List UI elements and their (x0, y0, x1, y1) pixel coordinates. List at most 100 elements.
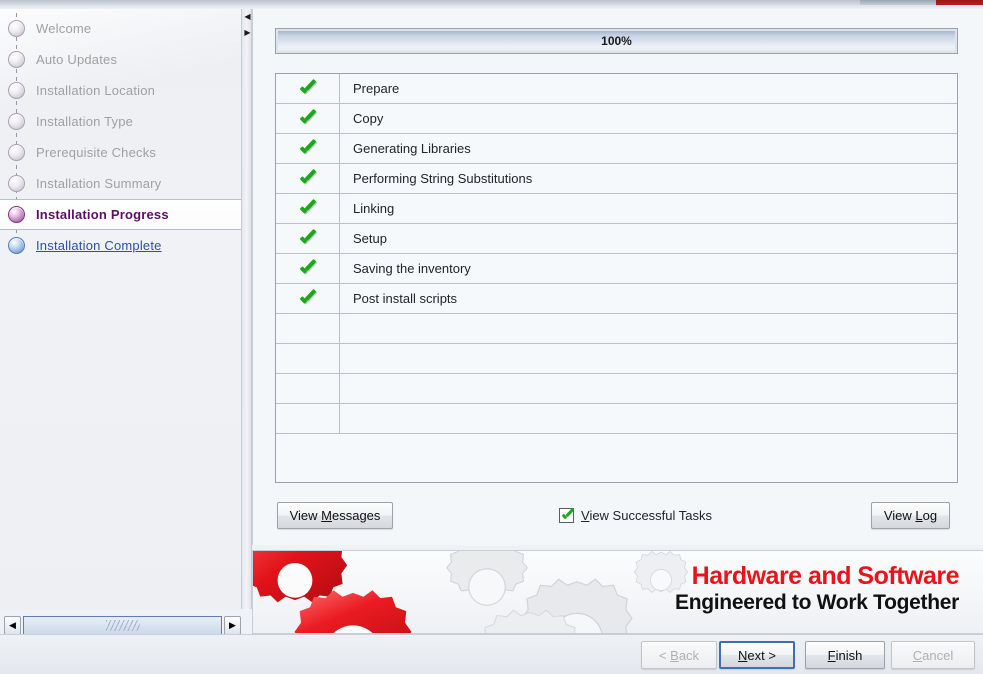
task-row[interactable] (276, 404, 957, 434)
sidebar-bullet-icon (8, 206, 25, 223)
task-status-cell (276, 164, 340, 193)
task-row[interactable] (276, 314, 957, 344)
success-checkmark-icon (299, 292, 317, 306)
task-name-cell: Saving the inventory (353, 261, 471, 276)
wizard-sidebar: Welcome Auto Updates Installation Location… (0, 9, 241, 609)
sidebar-bullet-icon (8, 237, 25, 254)
success-checkmark-icon (299, 172, 317, 186)
view-messages-button[interactable]: View Messages (277, 502, 393, 529)
sidebar-item-installation-progress[interactable]: Installation Progress (0, 199, 241, 230)
wizard-footer: < Back Next > Finish Cancel (0, 634, 983, 674)
task-row[interactable]: Setup (276, 224, 957, 254)
sidebar-item-installation-location[interactable]: Installation Location (0, 75, 241, 106)
back-button-label: < Back (658, 647, 700, 663)
scrollbar-grip-icon (105, 619, 140, 631)
sidebar-item-label: Installation Location (36, 83, 156, 98)
checkmark-icon (561, 510, 574, 521)
sidebar-item-welcome[interactable]: Welcome (0, 13, 241, 44)
view-messages-label: View Messages (289, 508, 381, 523)
titlebar-left-segment (0, 0, 860, 5)
sidebar-item-label: Installation Summary (36, 176, 162, 191)
progress-bar-fill: 100% (278, 31, 955, 51)
progress-bar: 100% (275, 28, 958, 54)
task-status-cell (276, 194, 340, 223)
task-row[interactable]: Generating Libraries (276, 134, 957, 164)
task-name-cell: Setup (353, 231, 387, 246)
task-status-cell (276, 104, 340, 133)
task-name-cell: Copy (353, 111, 384, 126)
sidebar-item-prerequisite-checks[interactable]: Prerequisite Checks (0, 137, 241, 168)
success-checkmark-icon (299, 82, 317, 96)
sidebar-item-installation-type[interactable]: Installation Type (0, 106, 241, 137)
banner-text-block: Hardware and Software Engineered to Work… (675, 562, 959, 616)
view-log-button[interactable]: View Log (871, 502, 950, 529)
task-row[interactable]: Saving the inventory (276, 254, 957, 284)
task-name-cell: Prepare (353, 81, 400, 96)
task-name-cell: Post install scripts (353, 291, 458, 306)
task-status-cell (276, 284, 340, 313)
next-button[interactable]: Next > (719, 641, 795, 669)
task-table-empty-area (276, 434, 957, 484)
banner-headline: Hardware and Software (691, 562, 960, 590)
window-titlebar (0, 0, 983, 9)
sidebar-bullet-icon (8, 82, 25, 99)
task-row[interactable]: Performing String Substitutions (276, 164, 957, 194)
sidebar-item-installation-summary[interactable]: Installation Summary (0, 168, 241, 199)
window-close-icon[interactable] (936, 0, 983, 5)
installer-window: Welcome Auto Updates Installation Location… (0, 0, 983, 674)
sidebar-bullet-icon (8, 144, 25, 161)
task-row[interactable]: Prepare (276, 74, 957, 104)
task-row[interactable]: Copy (276, 104, 957, 134)
cancel-button[interactable]: Cancel (891, 641, 975, 669)
cancel-button-label: Cancel (912, 647, 954, 663)
splitter-expand-icon[interactable]: ▶ (244, 28, 251, 37)
sidebar-item-label: Prerequisite Checks (36, 145, 157, 160)
task-name-cell: Generating Libraries (353, 141, 471, 156)
success-checkmark-icon (299, 142, 317, 156)
task-table: Prepare Copy Generating Libraries Performin… (275, 73, 958, 483)
sidebar-bullet-icon (8, 175, 25, 192)
sidebar-bullet-icon (8, 51, 25, 68)
success-checkmark-icon (299, 112, 317, 126)
view-successful-tasks-label: View Successful Tasks (581, 507, 713, 523)
task-row[interactable]: Linking (276, 194, 957, 224)
task-status-cell (276, 134, 340, 163)
task-status-cell (276, 254, 340, 283)
task-row[interactable] (276, 374, 957, 404)
sidebar-item-auto-updates[interactable]: Auto Updates (0, 44, 241, 75)
back-button[interactable]: < Back (641, 641, 717, 669)
finish-button[interactable]: Finish (805, 641, 885, 669)
view-successful-tasks-checkbox[interactable] (559, 507, 574, 523)
splitter-collapse-icon[interactable]: ◀ (244, 12, 251, 21)
gear-icon-gray-4 (475, 609, 585, 633)
sidebar-horizontal-scrollbar[interactable]: ◀ ▶ (4, 615, 241, 635)
task-status-cell (276, 374, 340, 403)
scrollbar-track[interactable] (23, 615, 222, 635)
sidebar-bullet-icon (8, 20, 25, 37)
task-status-cell (276, 224, 340, 253)
task-row[interactable]: Post install scripts (276, 284, 957, 314)
scrollbar-thumb[interactable] (24, 616, 221, 634)
sidebar-item-label: Installation Complete (36, 238, 162, 253)
sidebar-item-label: Installation Type (36, 114, 134, 129)
success-checkmark-icon (299, 262, 317, 276)
task-name-cell: Linking (353, 201, 395, 216)
sidebar-splitter[interactable]: ◀ ▶ (241, 9, 252, 609)
gear-icon-red-2 (288, 589, 418, 633)
scroll-left-arrow-icon[interactable]: ◀ (4, 615, 21, 635)
sidebar-item-installation-complete[interactable]: Installation Complete (0, 230, 241, 261)
scroll-right-arrow-icon[interactable]: ▶ (224, 615, 241, 635)
next-button-label: Next > (738, 647, 776, 663)
banner-subheadline: Engineered to Work Together (675, 591, 959, 614)
task-status-cell (276, 74, 340, 103)
view-successful-tasks-row[interactable]: View Successful Tasks (559, 503, 712, 527)
view-log-label: View Log (883, 508, 938, 523)
task-row[interactable] (276, 344, 957, 374)
success-checkmark-icon (299, 232, 317, 246)
task-rows-container: Prepare Copy Generating Libraries Performin… (276, 74, 957, 484)
sidebar-item-label: Auto Updates (36, 52, 118, 67)
sidebar-bullet-icon (8, 113, 25, 130)
installation-progress-panel: 100% Prepare Copy Generating Libraries Perf… (252, 9, 983, 545)
finish-button-label: Finish (827, 647, 863, 663)
task-name-cell: Performing String Substitutions (353, 171, 533, 186)
